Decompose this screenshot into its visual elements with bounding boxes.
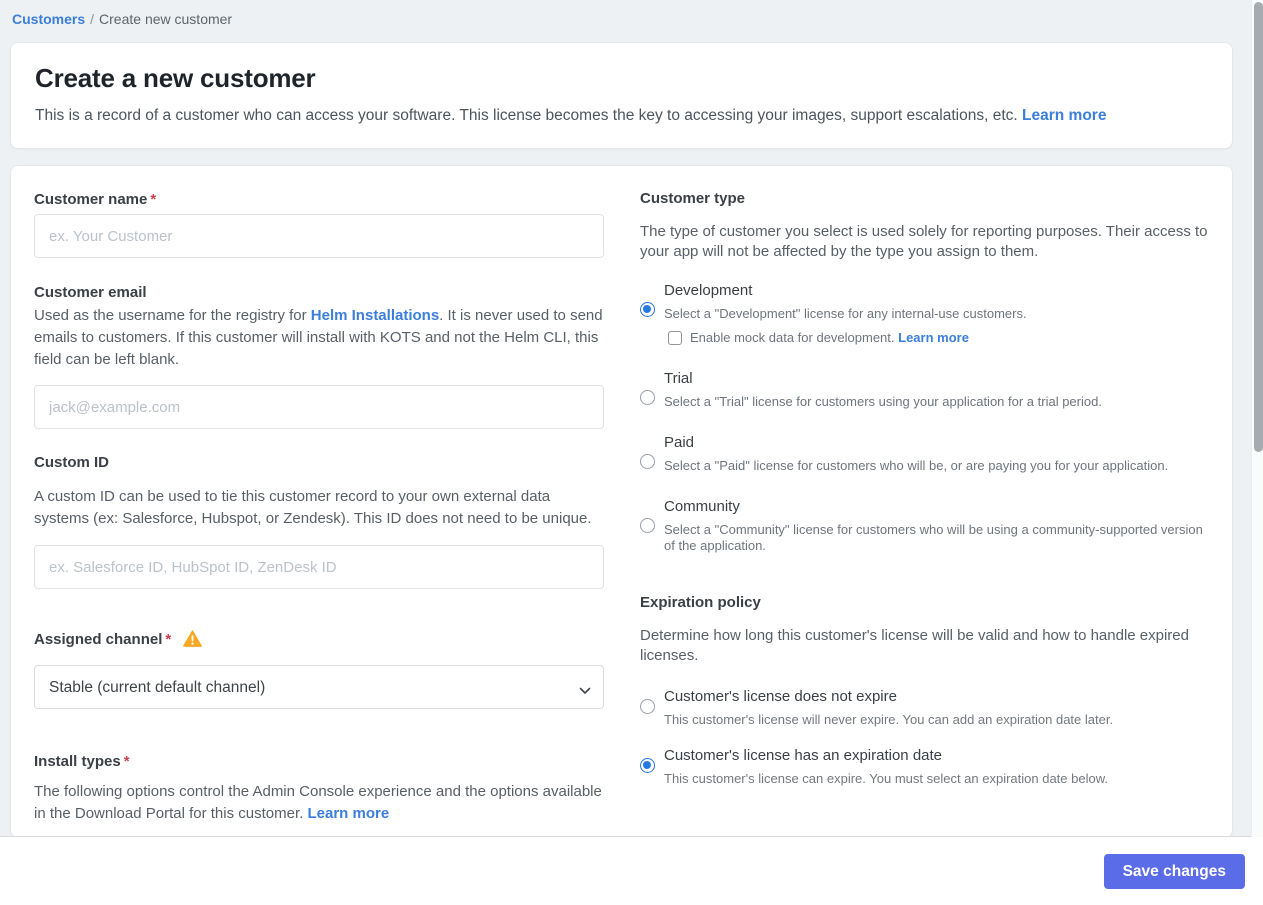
mock-data-label-text: Enable mock data for development. — [690, 330, 895, 345]
scrollbar-thumb[interactable] — [1253, 2, 1263, 452]
install-types-learn-more-link[interactable]: Learn more — [307, 805, 389, 822]
paid-label: Paid — [664, 434, 695, 451]
customer-name-label-text: Customer name — [34, 191, 148, 208]
trial-label: Trial — [664, 370, 693, 387]
expiration-option-no-expire: Customer's license does not expire This … — [640, 688, 1215, 727]
custom-id-description: A custom ID can be used to tie this cust… — [34, 488, 592, 527]
customer-name-input[interactable] — [34, 214, 604, 258]
form-card: Customer name* Customer email Used as th… — [10, 165, 1233, 838]
header-learn-more-link[interactable]: Learn more — [1022, 107, 1106, 124]
no-expire-description: This customer's license will never expir… — [664, 712, 1114, 727]
no-expire-label: Customer's license does not expire — [664, 688, 897, 705]
mock-data-learn-more-link[interactable]: Learn more — [898, 330, 969, 345]
header-card: Create a new customer This is a record o… — [10, 42, 1233, 149]
form-left-column: Customer name* Customer email Used as th… — [34, 184, 604, 822]
community-description: Select a "Community" license for custome… — [664, 522, 1203, 553]
mock-data-row: Enable mock data for development. Learn … — [668, 330, 1027, 345]
expiration-policy-description: Determine how long this customer's licen… — [640, 627, 1189, 664]
install-types-description: The following options control the Admin … — [34, 781, 604, 825]
page-description: This is a record of a customer who can a… — [35, 107, 1208, 125]
custom-id-label: Custom ID — [34, 454, 109, 471]
customer-type-option-community: Community Select a "Community" license f… — [640, 498, 1215, 554]
assigned-channel-label: Assigned channel * — [34, 630, 604, 651]
assigned-channel-select-wrap: Stable (current default channel) — [34, 665, 604, 709]
custom-id-input[interactable] — [34, 545, 604, 589]
trial-description: Select a "Trial" license for customers u… — [664, 394, 1102, 409]
customer-email-description: Used as the username for the registry fo… — [34, 305, 604, 371]
has-expiration-description: This customer's license can expire. You … — [664, 771, 1108, 786]
enable-mock-data-checkbox[interactable] — [668, 330, 682, 345]
community-radio[interactable] — [640, 518, 655, 533]
development-radio[interactable] — [640, 302, 655, 317]
footer-save-bar: Save changes — [0, 836, 1263, 905]
customer-email-input[interactable] — [34, 385, 604, 429]
development-description: Select a "Development" license for any i… — [664, 306, 1027, 321]
install-types-label: Install types * — [34, 753, 604, 770]
helm-installations-link[interactable]: Helm Installations — [311, 307, 439, 324]
scrollbar-track[interactable] — [1251, 0, 1263, 837]
customer-type-option-development: Development Select a "Development" licen… — [640, 282, 1215, 345]
community-label: Community — [664, 498, 740, 515]
breadcrumb: Customers / Create new customer — [0, 0, 1263, 42]
expiration-policy-heading: Expiration policy — [640, 594, 761, 611]
trial-radio[interactable] — [640, 390, 655, 405]
has-expiration-label: Customer's license has an expiration dat… — [664, 747, 943, 764]
assigned-channel-select[interactable]: Stable (current default channel) — [34, 665, 604, 709]
customer-email-label: Customer email — [34, 284, 147, 301]
customer-name-label: Customer name * — [34, 191, 604, 208]
paid-description: Select a "Paid" license for customers wh… — [664, 458, 1169, 473]
form-right-column: Customer type The type of customer you s… — [640, 184, 1215, 819]
install-types-required-asterisk: * — [123, 753, 130, 770]
customer-type-option-trial: Trial Select a "Trial" license for custo… — [640, 370, 1215, 410]
no-expire-radio[interactable] — [640, 699, 655, 714]
expiration-option-has-date: Customer's license has an expiration dat… — [640, 747, 1215, 786]
assigned-channel-required-asterisk: * — [165, 631, 172, 648]
paid-radio[interactable] — [640, 454, 655, 469]
page-description-text: This is a record of a customer who can a… — [35, 107, 1018, 124]
assigned-channel-label-text: Assigned channel — [34, 631, 163, 648]
breadcrumb-customers-link[interactable]: Customers — [12, 11, 85, 27]
has-expiration-radio[interactable] — [640, 758, 655, 773]
breadcrumb-separator: / — [90, 11, 95, 27]
save-changes-button[interactable]: Save changes — [1103, 854, 1245, 889]
customer-email-description-before: Used as the username for the registry fo… — [34, 307, 311, 324]
mock-data-label: Enable mock data for development. Learn … — [690, 330, 969, 345]
breadcrumb-current: Create new customer — [99, 11, 233, 27]
customer-type-description: The type of customer you select is used … — [640, 223, 1208, 260]
customer-type-heading: Customer type — [640, 190, 746, 207]
warning-icon — [183, 630, 203, 651]
customer-type-option-paid: Paid Select a "Paid" license for custome… — [640, 434, 1215, 474]
install-types-label-text: Install types — [34, 753, 121, 770]
development-label: Development — [664, 282, 753, 299]
page-title: Create a new customer — [35, 63, 316, 93]
customer-name-required-asterisk: * — [150, 191, 157, 208]
